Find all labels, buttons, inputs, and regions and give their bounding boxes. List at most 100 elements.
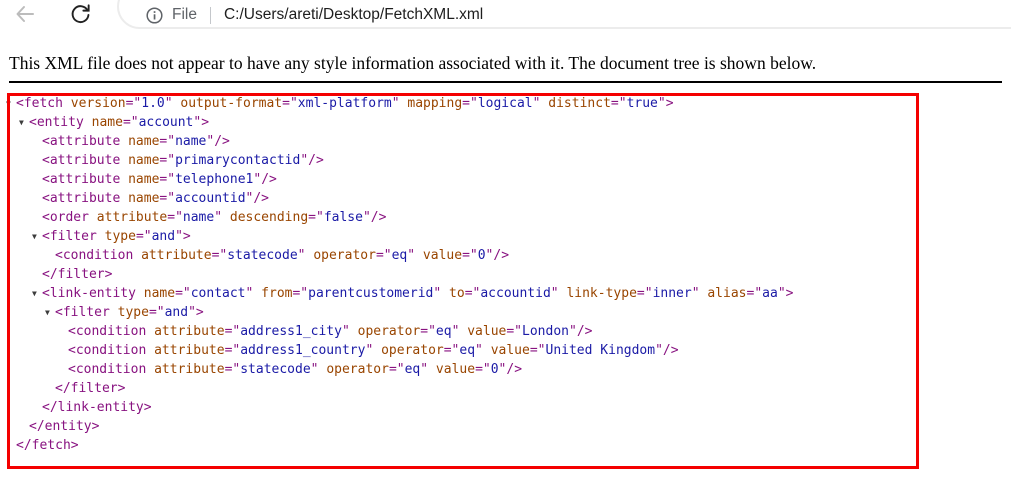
xml-attr-name-token: type: [104, 229, 136, 244]
xml-attr-value-token: eq: [435, 324, 452, 339]
xml-tag-token: =": [464, 286, 481, 301]
xml-attr-name-token: value: [467, 324, 507, 339]
xml-tag-token: =": [375, 248, 392, 263]
xml-tag-token: [146, 324, 154, 339]
back-button-icon[interactable]: [13, 2, 37, 26]
xml-attr-value-token: accountid: [175, 191, 246, 206]
collapse-arrow-icon[interactable]: ▼: [19, 113, 29, 132]
xml-tag-token: =": [462, 96, 478, 111]
xml-attr-value-token: address1_country: [240, 343, 366, 358]
xml-attr-name-token: version: [70, 96, 126, 111]
xml-attr-name-token: attribute: [154, 362, 225, 377]
xml-attr-value-token: false: [323, 210, 363, 225]
xml-tag-token: <attribute: [42, 153, 121, 168]
xml-attr-value-token: xml-platform: [297, 96, 392, 111]
xml-tag-token: =": [610, 96, 627, 111]
reload-button-icon[interactable]: [69, 2, 92, 25]
xml-tag-token: ": [310, 362, 319, 377]
xml-tag-token: =": [224, 324, 241, 339]
xml-tag-token: =": [167, 210, 183, 225]
xml-tag-token: ": [188, 305, 196, 320]
xml-attr-value-token: eq: [459, 343, 476, 358]
xml-tag-token: />: [214, 134, 230, 149]
xml-attr-value-token: London: [522, 324, 569, 339]
collapse-arrow-icon[interactable]: ▼: [32, 227, 42, 246]
xml-tag-token: >: [785, 286, 794, 301]
xml-tag-token: [110, 305, 118, 320]
xml-line: </filter>: [0, 379, 1011, 398]
xml-line: </filter>: [0, 265, 1011, 284]
xml-attr-name-token: descending: [229, 210, 309, 225]
xml-tag-token: [120, 172, 128, 187]
xml-tag-token: [253, 286, 261, 301]
xml-attr-name-token: operator: [381, 343, 444, 358]
xml-attr-value-token: and: [151, 229, 176, 244]
xml-tag-token: =": [159, 153, 176, 168]
xml-tag-token: <fetch: [16, 96, 63, 111]
xml-tag-token: <condition: [68, 324, 147, 339]
xml-tag-token: =": [159, 134, 176, 149]
xml-tag-token: ": [297, 248, 306, 263]
xml-tag-token: =": [135, 229, 152, 244]
xml-tag-token: ": [175, 229, 183, 244]
xml-attr-name-token: value: [435, 362, 476, 377]
xml-tag-token: [373, 343, 381, 358]
collapse-arrow-icon[interactable]: ▼: [6, 94, 16, 113]
xml-tag-token: [483, 343, 491, 358]
xml-tag-token: [222, 210, 230, 225]
page-info-icon[interactable]: [146, 6, 163, 24]
xml-tag-token: ": [362, 210, 371, 225]
xml-line: <attribute name="telephone1"/>: [0, 170, 1011, 189]
xml-attr-value-token: true: [626, 96, 658, 111]
xml-attr-value-token: 0: [477, 248, 486, 263]
xml-attr-value-token: statecode: [240, 362, 311, 377]
xml-line: <order attribute="name" descending="fals…: [0, 208, 1011, 227]
xml-attr-name-token: distinct: [548, 96, 611, 111]
xml-tag-token: ": [391, 96, 400, 111]
xml-tag-token: </entity>: [29, 419, 100, 434]
xml-tag-token: [146, 343, 154, 358]
xml-tag-token: ": [568, 324, 577, 339]
xml-tag-token: =": [224, 362, 241, 377]
xml-tag-token: <attribute: [42, 172, 121, 187]
xml-tag-token: <condition: [68, 362, 147, 377]
no-style-message: This XML file does not appear to have an…: [9, 53, 1002, 83]
xml-tag-token: =": [506, 324, 523, 339]
xml-tag-token: =": [282, 96, 298, 111]
xml-line: ▼ <filter type="and">: [0, 303, 1011, 322]
xml-attr-name-token: name: [128, 191, 160, 206]
xml-tag-token: =": [122, 115, 139, 130]
xml-line: <condition attribute="statecode" operato…: [0, 246, 1011, 265]
xml-attr-value-token: contact: [190, 286, 246, 301]
xml-tag-token: />: [662, 343, 679, 358]
xml-tag-token: </link-entity>: [42, 400, 152, 415]
xml-tag-token: =": [224, 343, 241, 358]
xml-tag-token: =": [746, 286, 763, 301]
collapse-arrow-icon[interactable]: ▼: [45, 303, 55, 322]
xml-attr-name-token: name: [143, 286, 176, 301]
url-text[interactable]: C:/Users/areti/Desktop/FetchXML.xml: [224, 6, 483, 24]
xml-tag-token: <filter: [55, 305, 110, 320]
xml-attr-name-token: attribute: [154, 343, 225, 358]
xml-tag-token: =": [462, 248, 478, 263]
xml-line: <attribute name="accountid"/>: [0, 189, 1011, 208]
xml-attr-value-token: and: [164, 305, 189, 320]
xml-tag-token: =": [636, 286, 653, 301]
xml-attr-value-token: logical: [477, 96, 533, 111]
xml-tag-token: ": [691, 286, 700, 301]
xml-attr-value-token: statecode: [227, 248, 298, 263]
xml-tag-token: ": [341, 324, 350, 339]
xml-tag-token: <order: [42, 210, 89, 225]
xml-tree: ▼ <fetch version="1.0" output-format="xml…: [0, 94, 1011, 455]
file-scheme-label: File: [172, 6, 197, 23]
collapse-arrow-icon[interactable]: ▼: [32, 284, 42, 303]
xml-attr-name-token: value: [422, 248, 463, 263]
xml-tag-token: </filter>: [55, 381, 126, 396]
xml-tag-token: =": [420, 324, 436, 339]
xml-tag-token: =": [308, 210, 324, 225]
xml-tag-token: />: [308, 153, 324, 168]
xml-tag-token: [89, 210, 97, 225]
xml-attr-value-token: aa: [762, 286, 778, 301]
xml-attr-value-token: United Kingdom: [545, 343, 656, 358]
xml-tag-token: ": [164, 96, 173, 111]
